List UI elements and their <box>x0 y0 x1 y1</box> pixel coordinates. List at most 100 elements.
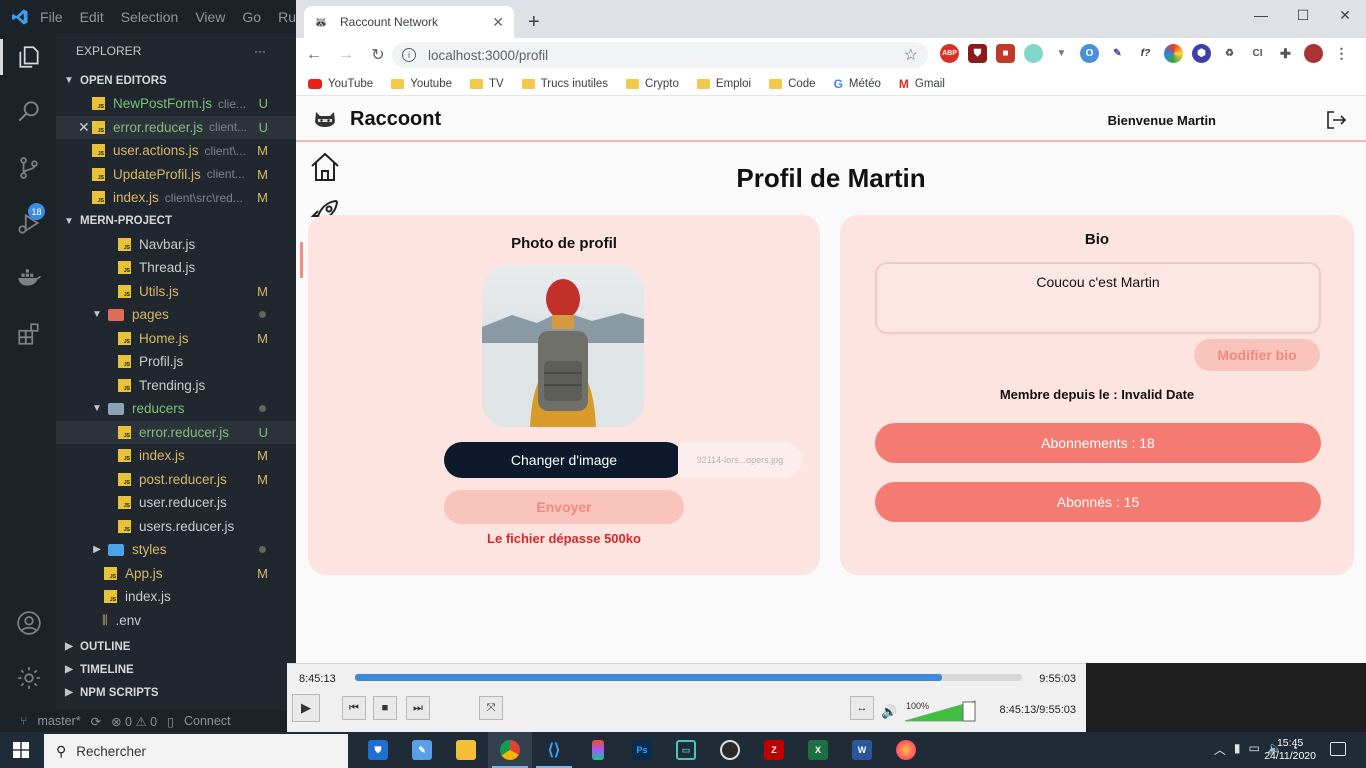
blue-extension-icon[interactable]: O <box>1080 44 1099 63</box>
open-editor-item[interactable]: ✕ error.reducer.js client... U <box>56 115 296 139</box>
account-icon[interactable] <box>14 608 44 638</box>
taskbar-app-vscode[interactable]: ⟨⟩ <box>532 732 576 768</box>
close-window-icon[interactable]: ✕ <box>1324 0 1366 30</box>
speaker-icon[interactable]: 🔊 <box>881 704 897 720</box>
bookmark-star-icon[interactable]: ☆ <box>904 45 918 65</box>
menu-edit[interactable]: Edit <box>80 9 104 25</box>
bio-text[interactable]: Coucou c'est Martin <box>875 262 1321 334</box>
tree-file[interactable]: Profil.js <box>56 350 296 374</box>
recycle-extension-icon[interactable]: ♻ <box>1220 44 1239 63</box>
bookmark-folder[interactable]: Code <box>769 78 816 90</box>
edit-bio-button[interactable]: Modifier bio <box>1194 339 1320 371</box>
tree-file[interactable]: error.reducer.js U <box>56 420 296 444</box>
files-icon[interactable] <box>14 42 44 72</box>
tree-file[interactable]: Home.js M <box>56 327 296 351</box>
green-extension-icon[interactable] <box>1024 44 1043 63</box>
address-bar[interactable]: i localhost:3000/profil ☆ <box>392 42 928 68</box>
tree-file[interactable]: users.reducer.js <box>56 515 296 539</box>
docker-icon[interactable] <box>14 263 44 293</box>
menu-dots-icon[interactable]: ⋮ <box>1332 44 1351 63</box>
windows-start-icon[interactable] <box>13 742 29 758</box>
feather-extension-icon[interactable]: ✎ <box>1108 44 1127 63</box>
site-info-icon[interactable]: i <box>402 48 416 62</box>
bookmark-folder[interactable]: Crypto <box>626 78 679 90</box>
volume-slider[interactable] <box>903 700 977 722</box>
taskbar-app-defender[interactable]: ⛊ <box>356 732 400 768</box>
minimize-icon[interactable]: — <box>1240 0 1282 30</box>
bookmark-meteo[interactable]: G Météo <box>834 77 881 91</box>
bookmark-youtube[interactable]: YouTube <box>308 78 373 90</box>
bookmark-folder[interactable]: Emploi <box>696 78 751 90</box>
notification-icon[interactable] <box>1330 742 1346 756</box>
tree-file[interactable]: ⫼ .env <box>56 609 296 633</box>
following-button[interactable]: Abonnements : 18 <box>875 423 1321 463</box>
taskbar-app-photoshop[interactable]: Ps <box>620 732 664 768</box>
menu-view[interactable]: View <box>195 9 225 25</box>
fullscreen-icon[interactable]: ⤧ <box>479 696 503 720</box>
tree-file[interactable]: Navbar.js <box>56 233 296 257</box>
bookmark-gmail[interactable]: M Gmail <box>899 77 945 91</box>
back-arrow-icon[interactable]: ← <box>300 46 328 64</box>
taskbar-app-excel[interactable]: X <box>796 732 840 768</box>
menu-run[interactable]: Ru <box>278 9 296 25</box>
tree-folder[interactable]: ▼ reducers <box>56 397 296 421</box>
taskbar-search[interactable]: ⚲ Rechercher <box>44 734 348 768</box>
network-icon[interactable]: ▭ <box>1248 741 1259 758</box>
reload-icon[interactable]: ↻ <box>364 45 392 65</box>
run-debug-icon[interactable] <box>14 208 44 238</box>
taskbar-app-firefox[interactable] <box>884 732 928 768</box>
npm-scripts-header[interactable]: ▶ NPM SCRIPTS <box>56 681 296 704</box>
previous-icon[interactable]: ⏮ <box>342 696 366 720</box>
bookmark-folder[interactable]: Trucs inutiles <box>521 78 608 90</box>
explorer-more-button[interactable]: ··· <box>254 44 266 58</box>
menu-go[interactable]: Go <box>242 9 261 25</box>
taskbar-app-figma[interactable] <box>576 732 620 768</box>
tree-file[interactable]: App.js M <box>56 562 296 586</box>
open-editor-item[interactable]: user.actions.js client\... M <box>56 139 296 163</box>
red-extension-icon[interactable]: ■ <box>996 44 1015 63</box>
timeline-header[interactable]: ▶ TIMELINE <box>56 658 296 681</box>
tree-folder[interactable]: ▶ styles <box>56 538 296 562</box>
open-editor-item[interactable]: index.js client\src\red... M <box>56 186 296 210</box>
followers-button[interactable]: Abonnés : 15 <box>875 482 1321 522</box>
settings-gear-icon[interactable] <box>14 663 44 693</box>
taskbar-app-chrome[interactable] <box>488 732 532 768</box>
forward-arrow-icon[interactable]: → <box>332 46 360 64</box>
new-tab-button[interactable]: + <box>528 12 540 32</box>
browser-tab[interactable]: 🦝 Raccount Network ✕ <box>304 6 514 38</box>
tab-close-icon[interactable]: ✕ <box>492 14 504 31</box>
extensions-icon[interactable] <box>14 319 44 349</box>
bookmark-folder[interactable]: TV <box>470 78 504 90</box>
adblock-extension-icon[interactable]: ABP <box>940 44 959 63</box>
taskbar-app-obs[interactable] <box>708 732 752 768</box>
search-icon[interactable] <box>14 96 44 126</box>
open-editors-header[interactable]: ▼ OPEN EDITORS <box>56 69 296 92</box>
seek-bar[interactable] <box>355 674 1022 681</box>
app-logo-text[interactable]: Raccoont <box>350 108 441 131</box>
taskbar-app-word[interactable]: W <box>840 732 884 768</box>
shield-extension-icon[interactable]: ⛊ <box>968 44 987 63</box>
tree-file[interactable]: Utils.js M <box>56 280 296 304</box>
send-button[interactable]: Envoyer <box>444 490 684 524</box>
menu-file[interactable]: File <box>40 9 63 25</box>
tree-file[interactable]: Thread.js <box>56 256 296 280</box>
next-icon[interactable]: ⏭ <box>406 696 430 720</box>
outline-header[interactable]: ▶ OUTLINE <box>56 635 296 658</box>
menu-selection[interactable]: Selection <box>121 9 179 25</box>
connect-button[interactable]: Connect <box>184 714 231 728</box>
tree-file[interactable]: index.js <box>56 585 296 609</box>
tree-folder[interactable]: ▼ pages <box>56 303 296 327</box>
sync-icon[interactable]: ⟳ <box>91 714 101 729</box>
source-control-icon[interactable] <box>14 153 44 183</box>
fx-extension-icon[interactable]: f? <box>1136 44 1155 63</box>
taskbar-app-explorer[interactable] <box>444 732 488 768</box>
play-icon[interactable]: ▶ <box>292 694 320 722</box>
taskbar-app-notes[interactable]: ✎ <box>400 732 444 768</box>
bookmark-folder[interactable]: Youtube <box>391 78 452 90</box>
problems-count[interactable]: ⊗ 0 ⚠ 0 <box>111 714 157 729</box>
tree-file[interactable]: post.reducer.js M <box>56 468 296 492</box>
taskbar-app-terminal[interactable]: ▭ <box>664 732 708 768</box>
open-editor-item[interactable]: UpdateProfil.js client... M <box>56 163 296 187</box>
selected-file-name[interactable]: 92114-lors...opers.jpg <box>678 442 802 478</box>
color-extension-icon[interactable] <box>1164 44 1183 63</box>
